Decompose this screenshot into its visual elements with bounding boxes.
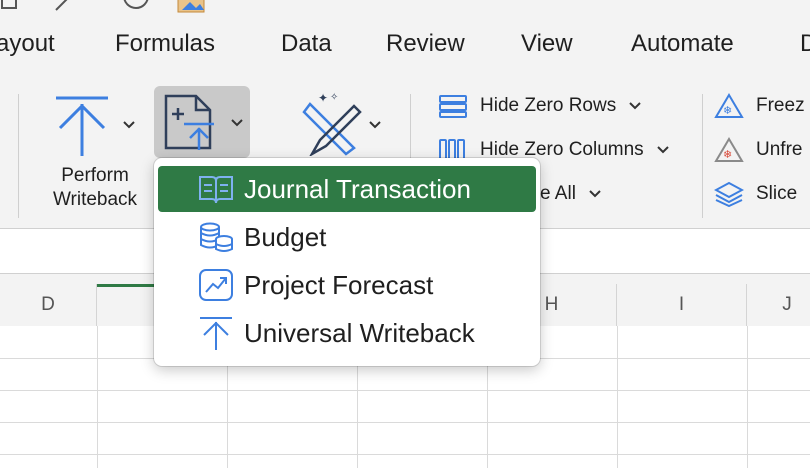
menu-item-label: Project Forecast: [244, 269, 434, 300]
chevron-down-icon[interactable]: [588, 187, 602, 201]
writeback-doc-icon: [164, 94, 214, 150]
upload-arrow-icon: [56, 96, 108, 156]
ribbon-separator: [702, 94, 703, 218]
slice-label: Slice: [756, 183, 798, 204]
grid-line: [0, 422, 810, 423]
rows-icon: [439, 95, 467, 118]
budget-database-icon: [196, 217, 236, 257]
grid-line: [617, 326, 618, 468]
journal-icon: [196, 169, 236, 209]
layers-icon: [714, 181, 744, 207]
clock-icon[interactable]: [122, 0, 152, 12]
chevron-down-icon[interactable]: [230, 116, 244, 130]
unfreeze-snowflake-icon: ❄: [714, 137, 744, 162]
chevron-down-icon[interactable]: [656, 143, 670, 157]
ribbon-separator: [18, 94, 19, 218]
tab-automate[interactable]: Automate: [631, 30, 734, 58]
slice-button[interactable]: Slice: [714, 180, 797, 208]
tab-data[interactable]: Data: [281, 30, 332, 58]
chevron-down-icon[interactable]: [628, 99, 642, 113]
freeze-label: Freez: [756, 95, 805, 116]
menu-item-label: Journal Transaction: [244, 173, 471, 204]
svg-text:❄: ❄: [723, 149, 732, 161]
tab-partial[interactable]: D: [800, 30, 810, 58]
top-toolbar-icons: [0, 0, 810, 14]
hide-all-button[interactable]: e All: [540, 180, 614, 208]
ruler-pencil-icon: ✦ ✧: [302, 91, 362, 156]
tab-page-layout[interactable]: ayout: [0, 30, 55, 58]
column-header-j[interactable]: J: [747, 284, 810, 326]
redo-icon[interactable]: [52, 0, 76, 12]
image-icon[interactable]: [176, 0, 210, 14]
hide-zero-rows-label: Hide Zero Rows: [480, 95, 617, 116]
design-tools-button[interactable]: ✦ ✧: [296, 90, 388, 162]
grid-line: [97, 326, 98, 468]
hide-all-label: e All: [540, 183, 576, 204]
perform-writeback-button[interactable]: Perform Writeback: [40, 90, 150, 218]
insert-writeback-button[interactable]: [154, 86, 250, 158]
chevron-down-icon[interactable]: [368, 118, 382, 132]
svg-text:❄: ❄: [723, 105, 732, 117]
perform-writeback-label-1: Perform: [61, 165, 129, 186]
grid-line: [747, 326, 748, 468]
svg-text:✧: ✧: [330, 92, 338, 103]
menu-item-label: Universal Writeback: [244, 317, 475, 348]
forecast-chart-icon: [196, 265, 236, 305]
perform-writeback-label-2: Writeback: [52, 189, 138, 210]
tab-review[interactable]: Review: [386, 30, 465, 58]
grid-line: [0, 454, 810, 455]
toolbar-icon[interactable]: [0, 0, 20, 12]
menu-item-journal-transaction[interactable]: Journal Transaction: [158, 166, 536, 212]
freeze-button[interactable]: ❄ Freez: [714, 92, 805, 120]
tab-formulas[interactable]: Formulas: [115, 30, 215, 58]
menu-item-universal-writeback[interactable]: Universal Writeback: [158, 310, 536, 356]
grid-line: [0, 390, 810, 391]
unfreeze-label: Unfre: [756, 139, 803, 160]
hide-zero-rows-button[interactable]: Hide Zero Rows: [438, 92, 654, 120]
tab-view[interactable]: View: [521, 30, 573, 58]
writeback-arrow-icon: [196, 313, 236, 353]
menu-item-project-forecast[interactable]: Project Forecast: [158, 262, 536, 308]
column-header-d[interactable]: D: [0, 284, 97, 326]
chevron-down-icon[interactable]: [122, 118, 136, 132]
writeback-type-menu: Journal Transaction Budget Project Forec: [154, 158, 540, 366]
unfreeze-button[interactable]: ❄ Unfre: [714, 136, 802, 164]
menu-item-label: Budget: [244, 221, 327, 252]
freeze-snowflake-icon: ❄: [714, 93, 744, 118]
column-header-i[interactable]: I: [617, 284, 747, 326]
menu-item-budget[interactable]: Budget: [158, 214, 536, 260]
svg-text:✦: ✦: [318, 91, 328, 105]
